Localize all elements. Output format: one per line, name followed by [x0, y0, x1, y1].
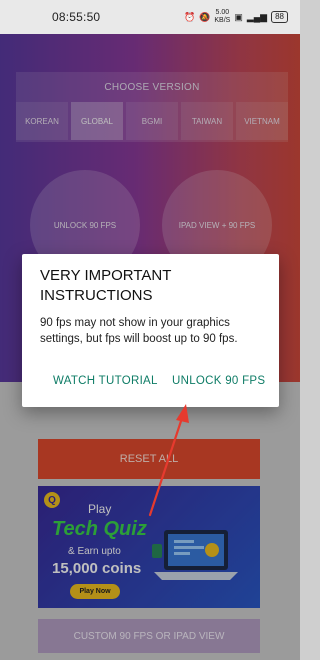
volte-icon: ▣ — [234, 11, 243, 22]
net-speed-unit: KB/S — [214, 17, 231, 24]
dialog-message: 90 fps may not show in your graphics set… — [40, 317, 238, 345]
clock: 08:55:50 — [52, 10, 101, 24]
status-bar: 08:55:50 ⏰ 🔕 5.00 KB/S ▣ ▂▄▆ 88 — [0, 0, 300, 34]
instructions-dialog: VERY IMPORTANT INSTRUCTIONS 90 fps may n… — [22, 254, 279, 407]
dialog-title: VERY IMPORTANT INSTRUCTIONS — [40, 267, 172, 304]
mute-icon: 🔕 — [199, 11, 211, 22]
status-icons: ⏰ 🔕 5.00 KB/S ▣ ▂▄▆ 88 — [184, 9, 288, 25]
battery-indicator: 88 — [271, 11, 288, 23]
network-speed: 5.00 KB/S — [214, 9, 230, 25]
dialog-actions: WATCH TUTORIAL UNLOCK 90 FPS — [22, 375, 279, 393]
unlock-90-fps-confirm-button[interactable]: UNLOCK 90 FPS — [172, 375, 265, 387]
net-speed-value: 5.00 — [215, 9, 230, 16]
watch-tutorial-button[interactable]: WATCH TUTORIAL — [53, 375, 158, 387]
alarm-icon: ⏰ — [183, 11, 196, 22]
signal-icon: ▂▄▆ — [246, 11, 268, 22]
